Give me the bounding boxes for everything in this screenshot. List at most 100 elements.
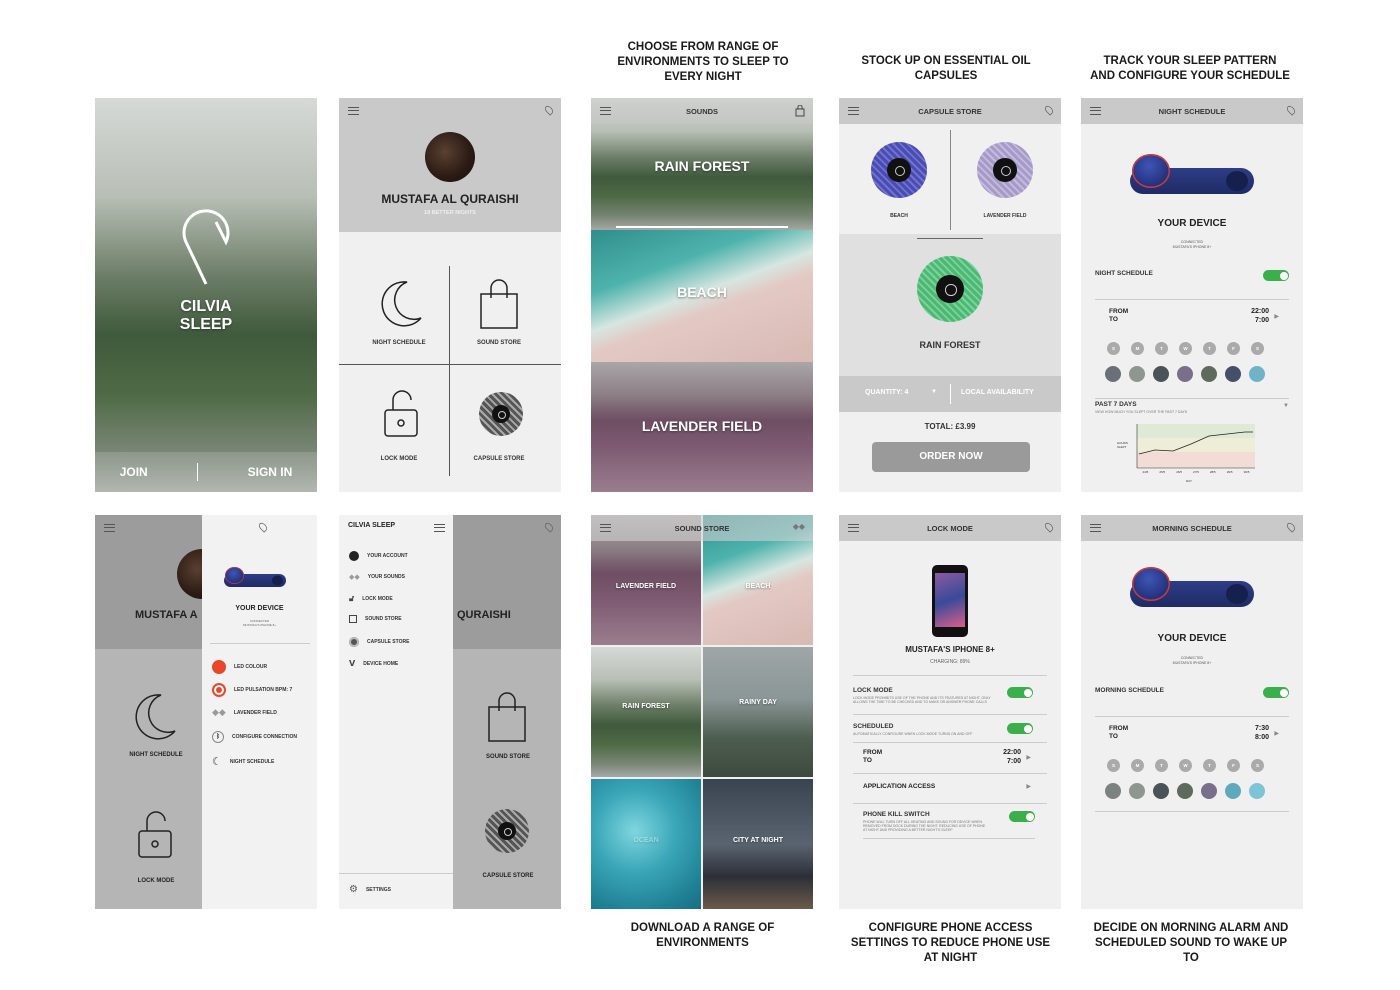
night-schedule-toggle[interactable] <box>1263 270 1289 281</box>
day-button[interactable]: S <box>1107 342 1120 355</box>
sound-option[interactable] <box>1105 783 1121 799</box>
divider <box>853 803 1047 804</box>
sign-in-button[interactable]: SIGN IN <box>248 465 293 479</box>
chart-x-label: DAY <box>1186 479 1192 483</box>
menu-sound-store[interactable]: SOUND STORE <box>349 615 402 623</box>
menu-icon[interactable] <box>848 524 859 532</box>
sound-option[interactable] <box>1105 366 1121 382</box>
tile-lock-mode[interactable]: LOCK MODE <box>359 388 439 468</box>
sound-option[interactable] <box>1129 783 1145 799</box>
day-button[interactable]: F <box>1227 759 1240 772</box>
chevron-down-icon[interactable]: ▼ <box>931 389 937 395</box>
configure-connection-item[interactable]: ᛒ CONFIGURE CONNECTION <box>212 731 297 743</box>
day-button[interactable]: T <box>1155 759 1168 772</box>
join-button[interactable]: JOIN <box>120 465 148 479</box>
order-now-button[interactable]: ORDER NOW <box>872 442 1030 472</box>
store-tile-rain-forest[interactable]: RAIN FOREST <box>591 647 701 777</box>
day-button[interactable]: S <box>1107 759 1120 772</box>
sound-option[interactable] <box>1153 366 1169 382</box>
store-tile-rainy-day[interactable]: RAINY DAY <box>703 647 813 777</box>
sleep-chart-svg <box>1136 424 1255 469</box>
close-menu-icon[interactable] <box>434 524 445 532</box>
logo-icon[interactable] <box>1285 104 1297 116</box>
sound-option[interactable] <box>1153 783 1169 799</box>
local-availability-link[interactable]: LOCAL AVAILABILITY <box>961 389 1034 396</box>
sound-option[interactable] <box>1177 366 1193 382</box>
application-access-row[interactable]: APPLICATION ACCESS ▶ <box>863 783 1031 797</box>
menu-icon[interactable] <box>600 107 611 115</box>
sound-option[interactable] <box>1249 783 1265 799</box>
from-time: 22:00 <box>1251 308 1269 315</box>
morning-schedule-toggle[interactable] <box>1263 687 1289 698</box>
day-button[interactable]: S <box>1251 342 1264 355</box>
day-button[interactable]: S <box>1251 759 1264 772</box>
menu-device-home[interactable]: ᐯ DEVICE HOME <box>349 659 398 668</box>
quantity-select[interactable]: QUANTITY: 4 <box>865 389 908 396</box>
sound-option[interactable] <box>1249 366 1265 382</box>
capsule-lavender[interactable]: LAVENDER FIELD <box>975 142 1035 222</box>
menu-capsule-store[interactable]: CAPSULE STORE <box>349 637 409 647</box>
sound-option[interactable] <box>1129 366 1145 382</box>
store-tile-city-at-night[interactable]: CITY AT NIGHT <box>703 779 813 909</box>
day-button[interactable]: T <box>1203 342 1216 355</box>
kill-switch-row: PHONE KILL SWITCH PHONE WILL TURN OFF AL… <box>863 811 1035 839</box>
logo-icon[interactable] <box>543 104 555 116</box>
lock-mode-toggle[interactable] <box>1007 687 1033 698</box>
logo-icon[interactable] <box>1043 104 1055 116</box>
menu-your-sounds[interactable]: ◆◆ YOUR SOUNDS <box>349 573 405 581</box>
brand-line2: SLEEP <box>179 316 233 333</box>
bg-tile-label: NIGHT SCHEDULE <box>129 752 183 758</box>
tile-capsule-store[interactable]: CAPSULE STORE <box>459 388 539 468</box>
sound-option[interactable] <box>1201 783 1217 799</box>
sound-store-screen: LAVENDER FIELD BEACH SOUND STORE ◆◆ RAIN… <box>591 515 813 909</box>
lock-mode-screen: LOCK MODE MUSTAFA'S IPHONE 8+ CHARGING: … <box>839 515 1061 909</box>
tile-sound-store[interactable]: SOUND STORE <box>459 278 539 358</box>
past-title: PAST 7 DAYS <box>1095 401 1137 408</box>
day-button[interactable]: T <box>1155 342 1168 355</box>
sound-wave-icon[interactable]: ◆◆ <box>793 522 805 531</box>
scheduled-toggle[interactable] <box>1007 723 1033 734</box>
led-pulsation-item[interactable]: LED PULSATION BPM: 7 <box>212 683 292 697</box>
bag-icon[interactable] <box>795 105 805 117</box>
menu-icon[interactable] <box>1090 524 1101 532</box>
logo-icon[interactable] <box>1285 521 1297 533</box>
menu-icon[interactable] <box>104 524 115 532</box>
past-days-row[interactable]: PAST 7 DAYS VIEW HOW MUCH YOU SLEPT OVER… <box>1095 398 1289 414</box>
menu-your-account[interactable]: YOUR ACCOUNT <box>349 551 408 561</box>
avatar[interactable] <box>425 132 475 182</box>
night-schedule-item[interactable]: ☾ NIGHT SCHEDULE <box>212 755 274 768</box>
sound-option[interactable] <box>1225 366 1241 382</box>
day-button[interactable]: M <box>1131 759 1144 772</box>
lavender-field-item[interactable]: ◆◆ LAVENDER FIELD <box>212 707 277 718</box>
menu-icon[interactable] <box>1090 107 1101 115</box>
capsule-beach[interactable]: BEACH <box>869 142 929 222</box>
from-to-row[interactable]: FROM TO 7:30 8:00 ▶ <box>1109 725 1279 745</box>
day-button[interactable]: W <box>1179 342 1192 355</box>
day-button[interactable]: W <box>1179 759 1192 772</box>
tile-night-schedule[interactable]: NIGHT SCHEDULE <box>359 278 439 358</box>
logo-icon[interactable] <box>257 521 269 533</box>
sound-tile-beach[interactable]: BEACH <box>591 230 813 362</box>
led-colour-item[interactable]: LED COLOUR <box>212 660 267 674</box>
store-topbar: SOUND STORE ◆◆ <box>591 515 813 541</box>
sound-tile-lavender[interactable]: LAVENDER FIELD <box>591 362 813 492</box>
menu-lock-mode[interactable]: 🔓︎ LOCK MODE <box>349 594 393 604</box>
device-image <box>1130 154 1254 194</box>
menu-icon[interactable] <box>348 107 359 115</box>
night-topbar: NIGHT SCHEDULE <box>1081 98 1303 124</box>
menu-icon[interactable] <box>600 524 611 532</box>
day-button[interactable]: F <box>1227 342 1240 355</box>
sound-option[interactable] <box>1225 783 1241 799</box>
capsule-topbar: CAPSULE STORE <box>839 98 1061 124</box>
store-tile-ocean[interactable]: OCEAN <box>591 779 701 909</box>
logo-icon[interactable] <box>1043 521 1055 533</box>
from-to-row[interactable]: FROM TO 22:00 7:00 ▶ <box>1109 308 1279 328</box>
day-button[interactable]: M <box>1131 342 1144 355</box>
sound-option[interactable] <box>1201 366 1217 382</box>
kill-switch-toggle[interactable] <box>1009 811 1035 822</box>
day-button[interactable]: T <box>1203 759 1216 772</box>
menu-settings[interactable]: ⚙ SETTINGS <box>349 884 391 895</box>
sound-option[interactable] <box>1177 783 1193 799</box>
from-to-row[interactable]: FROM TO 22:00 7:00 ▶ <box>863 749 1031 769</box>
menu-icon[interactable] <box>848 107 859 115</box>
